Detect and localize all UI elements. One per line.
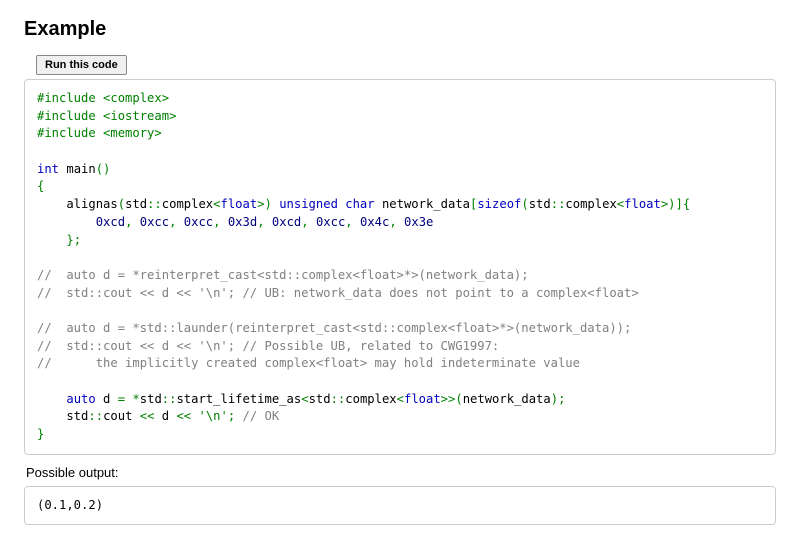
code-token: 0xcd <box>96 215 125 229</box>
code-token: , <box>301 215 316 229</box>
code-token: ); <box>551 392 566 406</box>
code-token: , <box>389 215 404 229</box>
code-token <box>37 392 66 406</box>
code-token: , <box>125 215 140 229</box>
code-token: , <box>345 215 360 229</box>
code-token: 0x3d <box>228 215 257 229</box>
code-token: sizeof <box>477 197 521 211</box>
code-token: < <box>301 392 308 406</box>
code-token: complex <box>565 197 616 211</box>
code-token: 0xcc <box>316 215 345 229</box>
code-token: ( <box>521 197 528 211</box>
output-content: (0.1,0.2) <box>37 497 763 515</box>
code-token: 0xcd <box>272 215 301 229</box>
code-token: // std::cout << d << '\n'; // UB: networ… <box>37 286 639 300</box>
code-token: , <box>257 215 272 229</box>
code-token: std <box>140 392 162 406</box>
code-token: network_data <box>463 392 551 406</box>
code-token: std <box>309 392 331 406</box>
code-token: >>( <box>441 392 463 406</box>
run-code-button[interactable]: Run this code <box>36 55 127 75</box>
output-label: Possible output: <box>26 465 776 480</box>
code-token: :: <box>147 197 162 211</box>
code-token: ( <box>118 197 125 211</box>
code-token <box>37 233 66 247</box>
code-content: #include <complex> #include <iostream> #… <box>37 90 763 444</box>
code-token: << <box>176 409 191 423</box>
code-token: * <box>132 392 139 406</box>
code-token: // auto d = *reinterpret_cast<std::compl… <box>37 268 529 282</box>
code-token: char <box>345 197 374 211</box>
code-token: // std::cout << d << '\n'; // Possible U… <box>37 339 499 353</box>
code-token: std <box>529 197 551 211</box>
code-token: () <box>96 162 111 176</box>
code-block: #include <complex> #include <iostream> #… <box>24 79 776 455</box>
code-token: complex <box>162 197 213 211</box>
code-token: , <box>169 215 184 229</box>
code-token: std <box>125 197 147 211</box>
code-token: :: <box>88 409 103 423</box>
code-token: < <box>397 392 404 406</box>
code-token: std <box>37 409 88 423</box>
code-token: = <box>118 392 125 406</box>
output-block: (0.1,0.2) <box>24 486 776 526</box>
code-token: d <box>154 409 176 423</box>
code-token: main <box>59 162 96 176</box>
code-token: start_lifetime_as <box>176 392 301 406</box>
code-token: '\n' <box>198 409 227 423</box>
code-token: // auto d = *std::launder(reinterpret_ca… <box>37 321 631 335</box>
code-token: }; <box>66 233 81 247</box>
code-token: float <box>624 197 661 211</box>
code-token: d <box>96 392 118 406</box>
code-token <box>37 215 96 229</box>
code-token: // the implicitly created complex<float>… <box>37 356 580 370</box>
code-token: << <box>140 409 155 423</box>
code-token: 0xcc <box>140 215 169 229</box>
code-token: unsigned <box>279 197 338 211</box>
code-token: int <box>37 162 59 176</box>
section-heading: Example <box>24 18 776 41</box>
code-token: :: <box>162 392 177 406</box>
code-token: auto <box>66 392 95 406</box>
code-token: } <box>37 427 44 441</box>
code-token: :: <box>551 197 566 211</box>
code-token: >)]{ <box>661 197 690 211</box>
code-token: #include <complex> <box>37 91 169 105</box>
code-token: float <box>404 392 441 406</box>
code-token: network_data <box>375 197 470 211</box>
code-token: 0x4c <box>360 215 389 229</box>
code-token: 0xcc <box>184 215 213 229</box>
code-token: 0x3e <box>404 215 433 229</box>
code-token: complex <box>345 392 396 406</box>
code-token <box>235 409 242 423</box>
code-token: alignas <box>37 197 118 211</box>
code-token: >) <box>257 197 272 211</box>
code-token: #include <memory> <box>37 126 162 140</box>
code-token: , <box>213 215 228 229</box>
code-token: #include <iostream> <box>37 109 176 123</box>
code-token: float <box>220 197 257 211</box>
code-token: :: <box>331 392 346 406</box>
code-token: { <box>37 179 44 193</box>
code-token: cout <box>103 409 140 423</box>
code-token: // OK <box>243 409 280 423</box>
